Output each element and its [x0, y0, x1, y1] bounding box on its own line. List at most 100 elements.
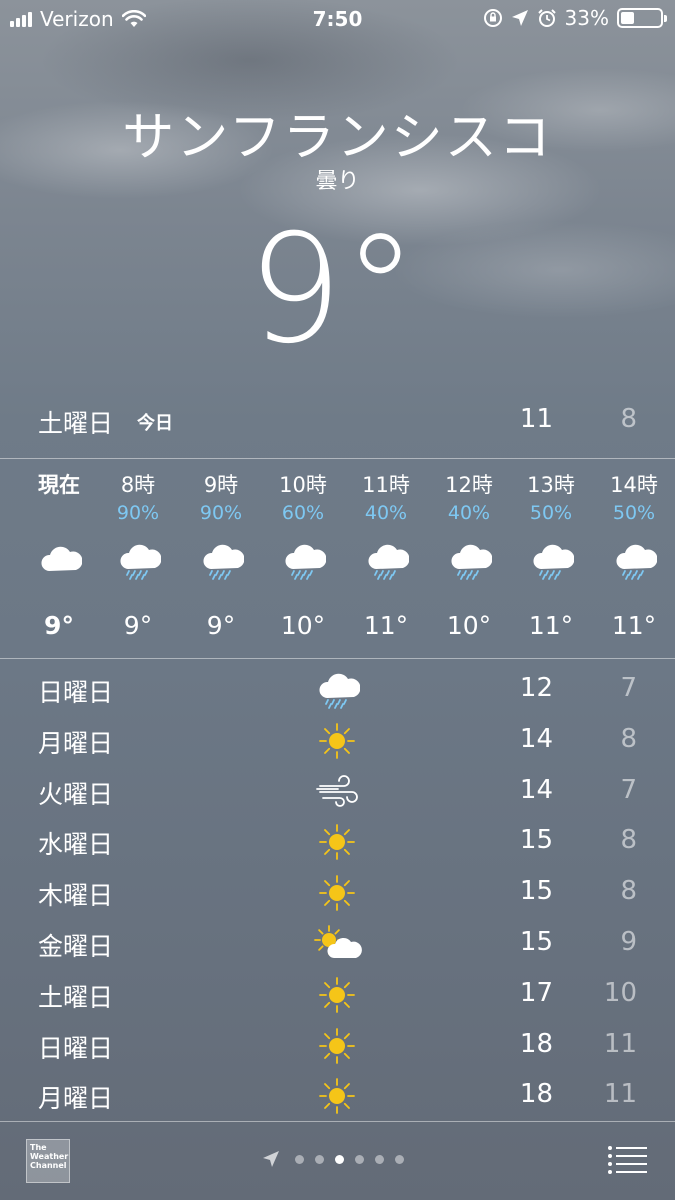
rain-icon [263, 532, 343, 590]
hour-temp: 11° [363, 611, 409, 640]
hourly-item: 現在 9° [19, 470, 99, 646]
battery-fill [621, 12, 634, 24]
day-high: 18 [519, 1028, 553, 1059]
precip-chance: 60% [281, 502, 325, 524]
day-low: 8 [620, 723, 637, 754]
daily-row: 月曜日 14 8 [0, 716, 675, 767]
day-low: 8 [620, 825, 637, 856]
precip-chance [19, 500, 99, 526]
battery-icon [617, 8, 667, 28]
page-dot[interactable] [335, 1154, 344, 1164]
sun-icon [312, 1024, 362, 1068]
rain-icon [98, 532, 178, 590]
partly-cloudy-icon [312, 922, 362, 966]
day-name: 月曜日 [38, 1084, 114, 1114]
day-low: 9 [620, 926, 637, 957]
orientation-lock-icon [483, 9, 502, 27]
hour-temp: 9° [44, 611, 74, 640]
day-name: 土曜日 [38, 982, 114, 1012]
page-dot[interactable] [295, 1154, 304, 1164]
rain-icon [312, 668, 362, 712]
day-name: 日曜日 [38, 678, 114, 707]
divider [0, 658, 675, 659]
rain-icon [511, 532, 591, 590]
day-high: 15 [519, 825, 553, 856]
day-high: 17 [519, 977, 553, 1008]
sun-icon [312, 820, 362, 864]
status-right: 33% [483, 6, 667, 30]
day-high: 15 [519, 876, 553, 907]
page-dot[interactable] [355, 1154, 364, 1164]
page-dot[interactable] [395, 1154, 404, 1164]
hour-time: 11時 [362, 473, 410, 497]
day-low: 8 [620, 876, 637, 907]
day-low: 10 [603, 977, 637, 1008]
hour-temp: 11° [528, 611, 574, 640]
hourly-item: 8時 90% 9° [98, 470, 178, 646]
daily-row: 土曜日 17 10 [0, 970, 675, 1021]
weather-condition: 曇り [315, 169, 360, 194]
precip-chance: 40% [447, 502, 491, 524]
hour-temp: 10° [446, 611, 492, 640]
day-high: 18 [519, 1079, 553, 1110]
hour-time: 13時 [527, 473, 575, 497]
hour-time: 8時 [120, 473, 156, 497]
status-bar: Verizon 7:50 33% [0, 0, 675, 40]
hourly-item: 13時 50% 11° [511, 470, 591, 646]
hour-time: 12時 [445, 473, 493, 497]
day-high: 14 [519, 774, 553, 805]
precip-chance: 90% [199, 502, 243, 524]
bottom-bar: The Weather Channel [0, 1122, 675, 1200]
precip-chance: 40% [364, 502, 408, 524]
hourly-item: 12時 40% 10° [429, 470, 509, 646]
day-name: 月曜日 [38, 728, 114, 758]
day-low: 7 [620, 774, 637, 805]
rain-icon [346, 532, 426, 590]
alarm-icon [537, 9, 556, 27]
hourly-forecast[interactable]: 現在 9° 8時 90% 9° 9時 90% 9° 10時 60% 10° 11時 40% 11° 12時 4… [0, 470, 675, 645]
page-indicator[interactable] [262, 1150, 404, 1168]
day-name: 水曜日 [38, 830, 114, 860]
today-low: 8 [620, 404, 637, 434]
hour-time: 14時 [610, 473, 658, 497]
daily-row: 月曜日 18 11 [0, 1071, 675, 1122]
location-page-icon [263, 1151, 279, 1167]
divider [0, 458, 675, 459]
hour-temp: 9° [206, 611, 236, 640]
location-arrow-icon [511, 10, 528, 26]
daily-forecast[interactable]: 日曜日 12 7 月曜日 14 8 火曜日 14 7 水曜日 15 8 木曜日 15 8 金曜日 15 9 土曜日 1… [0, 665, 675, 1122]
day-low: 7 [620, 673, 637, 703]
today-label: 今日 [137, 413, 173, 434]
cloud-icon [19, 532, 99, 590]
rain-icon [429, 532, 509, 590]
precip-chance: 90% [116, 502, 160, 524]
today-row: 土曜日 今日 11 8 [0, 398, 675, 444]
hourly-item: 11時 40% 11° [346, 470, 426, 646]
precip-chance: 50% [529, 502, 573, 524]
hourly-item: 14時 50% 11° [594, 470, 674, 646]
day-name: 金曜日 [38, 931, 114, 961]
day-low: 11 [603, 1028, 637, 1059]
day-high: 12 [519, 673, 553, 703]
today-day: 土曜日 [38, 409, 114, 438]
daily-row: 金曜日 15 9 [0, 919, 675, 970]
day-high: 14 [519, 723, 553, 754]
day-name: 日曜日 [38, 1033, 114, 1063]
sun-icon [312, 1074, 362, 1118]
daily-row: 火曜日 14 7 [0, 767, 675, 818]
wind-icon [312, 770, 362, 814]
weather-channel-logo[interactable]: The Weather Channel [26, 1139, 70, 1183]
day-name: 木曜日 [38, 881, 114, 911]
precip-chance: 50% [612, 502, 656, 524]
city-list-button[interactable] [607, 1144, 647, 1174]
hour-temp: 9° [123, 611, 153, 640]
day-high: 15 [519, 926, 553, 957]
hour-temp: 11° [611, 611, 657, 640]
rain-icon [594, 532, 674, 590]
page-dot[interactable] [375, 1154, 384, 1164]
battery-percent: 33% [564, 6, 609, 30]
hour-time: 現在 [38, 473, 80, 497]
page-dot[interactable] [315, 1154, 324, 1164]
hourly-item: 9時 90% 9° [181, 470, 261, 646]
hour-temp: 10° [280, 611, 326, 640]
